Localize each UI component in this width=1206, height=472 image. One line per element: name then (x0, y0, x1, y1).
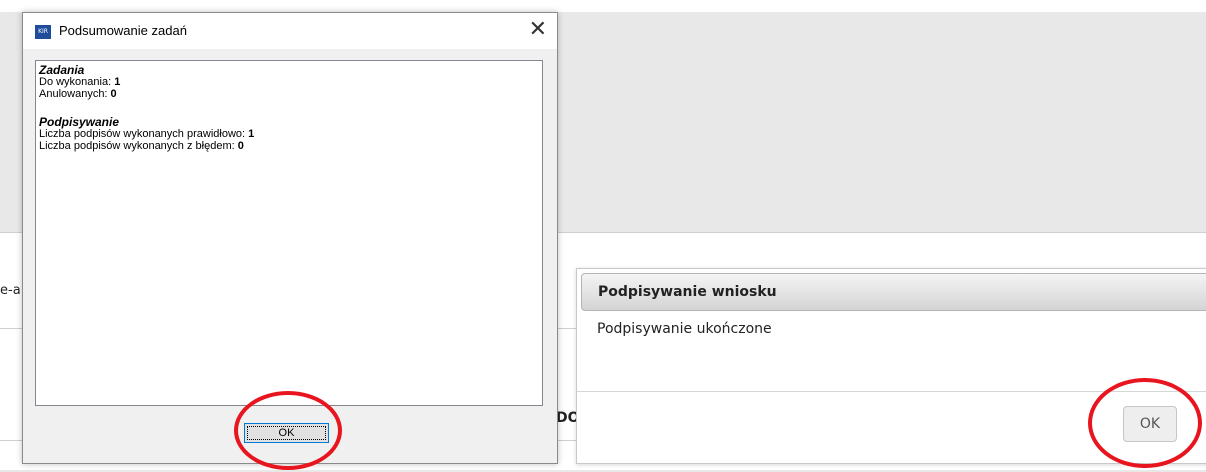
background-text-fragment: e-a (0, 283, 21, 298)
summary-value: 0 (110, 88, 117, 100)
dialog-title: Podsumowanie zadań (59, 23, 187, 38)
highlight-circle (1088, 378, 1202, 468)
modal-message: Podpisywanie ukończone (597, 321, 772, 337)
app-icon: KIR (35, 25, 51, 39)
summary-value: 1 (114, 76, 121, 88)
summary-row: Do wykonania: 1 (39, 76, 121, 88)
section-heading-tasks: Zadania (39, 63, 85, 77)
summary-value: 0 (237, 140, 244, 152)
modal-title: Podpisywanie wniosku (598, 284, 777, 300)
summary-row: Liczba podpisów wykonanych z błędem: 0 (39, 140, 244, 152)
dialog-titlebar[interactable]: KIR Podsumowanie zadań ✕ (23, 13, 557, 49)
summary-text-area[interactable]: Zadania Do wykonania: 1 Anulowanych: 0 P… (35, 60, 543, 406)
summary-row: Liczba podpisów wykonanych prawidłowo: 1 (39, 128, 255, 140)
summary-row: Anulowanych: 0 (39, 88, 117, 100)
section-heading-signing: Podpisywanie (39, 115, 120, 129)
highlight-circle (234, 391, 342, 470)
modal-header: Podpisywanie wniosku (581, 273, 1206, 311)
summary-value: 1 (248, 128, 255, 140)
close-icon[interactable]: ✕ (529, 17, 547, 43)
